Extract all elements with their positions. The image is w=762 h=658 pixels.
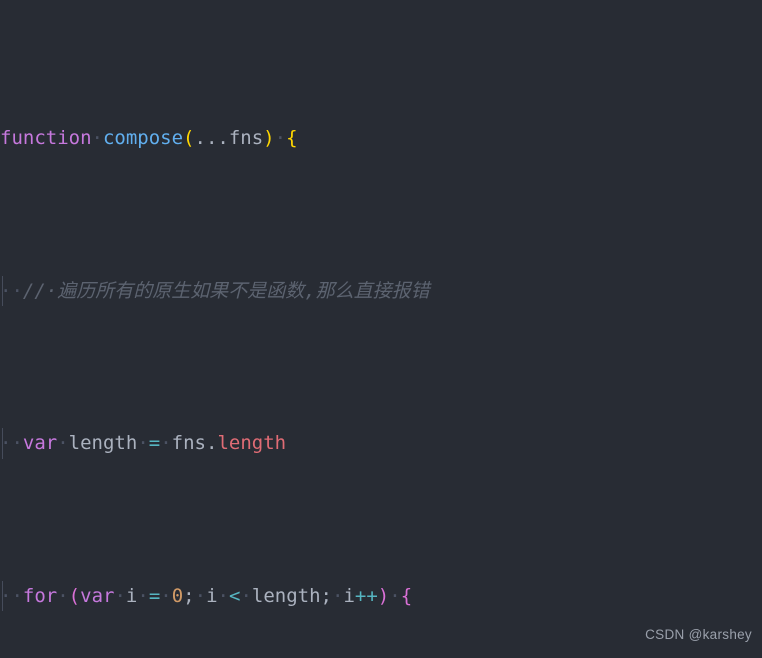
code-editor[interactable]: function·compose(...fns)·{ ··//·遍历所有的原生如… bbox=[0, 0, 762, 658]
code-line: ··var·length·=·fns.length bbox=[0, 428, 762, 459]
code-line: ··for·(var·i·=·0;·i·<·length;·i++)·{ bbox=[0, 580, 762, 611]
code-line: ··//·遍历所有的原生如果不是函数,那么直接报错 bbox=[0, 275, 762, 306]
watermark-text: CSDN @karshey bbox=[645, 626, 752, 642]
code-line: function·compose(...fns)·{ bbox=[0, 127, 298, 149]
